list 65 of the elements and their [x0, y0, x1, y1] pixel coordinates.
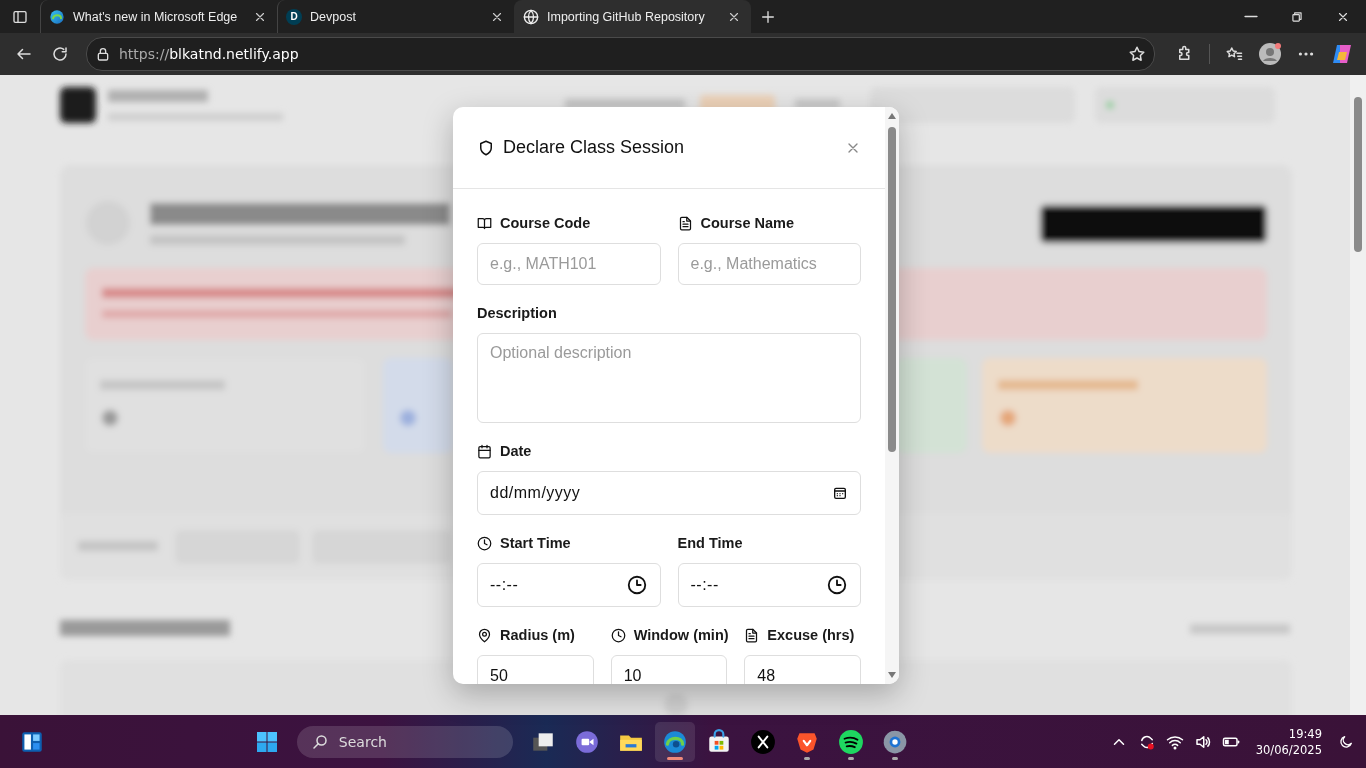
field-label: Excuse (hrs) [767, 627, 855, 643]
input-field[interactable]: e.g., Mathematics [677, 243, 861, 285]
field-label: Window (min) [633, 627, 729, 643]
clock-icon [477, 535, 492, 551]
field-label: Date [500, 443, 532, 459]
time-field[interactable]: --:-- [477, 563, 661, 607]
time-field[interactable]: --:-- [677, 563, 861, 607]
taskbar-search[interactable]: Search [296, 725, 513, 758]
page-scrollbar[interactable] [1350, 75, 1366, 715]
music-logo-icon [837, 728, 864, 755]
devpost-logo-icon: D [286, 8, 302, 25]
globe-icon [523, 8, 539, 25]
book-icon [477, 215, 492, 231]
edge-logo-icon [661, 728, 688, 755]
modal-scrollbar[interactable] [885, 107, 899, 684]
search-icon [310, 732, 329, 751]
field-label: Radius (m) [500, 627, 575, 643]
tab-title: Importing GitHub Repository [547, 9, 706, 24]
modal-title: Declare Class Session [503, 137, 686, 158]
browser-tab[interactable]: Importing GitHub Repository [514, 0, 751, 33]
description-field[interactable]: Optional description [477, 333, 861, 423]
tab-title: Devpost [310, 9, 357, 24]
taskbar-app[interactable] [654, 721, 695, 762]
document-icon [744, 627, 760, 643]
location-pin-icon [477, 627, 492, 643]
cross-logo-icon [749, 728, 776, 755]
star-icon[interactable] [1128, 45, 1146, 63]
clock-icon[interactable] [625, 574, 648, 596]
input-field[interactable]: 50 [477, 655, 594, 684]
more-icon [1297, 52, 1315, 56]
windows-logo-icon [254, 729, 279, 754]
field-label: Description [477, 305, 557, 321]
moon-icon[interactable] [1338, 733, 1354, 750]
calendar-icon [477, 443, 492, 459]
tab-title: What's new in Microsoft Edge [73, 9, 239, 24]
lock-icon [95, 46, 111, 62]
clock-icon [610, 627, 626, 643]
clock-icon[interactable] [826, 574, 848, 596]
plus-icon [760, 8, 776, 25]
favorites-icon [1225, 45, 1243, 63]
input-field[interactable]: e.g., MATH101 [477, 243, 661, 285]
address-bar[interactable]: https://blkatnd.netlify.app [86, 37, 1155, 71]
scroll-up-arrow-icon[interactable] [888, 113, 896, 119]
restore-icon [1290, 9, 1304, 24]
copilot-icon [1330, 42, 1354, 66]
tab-list-icon [12, 8, 28, 25]
date-field[interactable]: dd/mm/yyyy [477, 471, 861, 515]
calendar-icon[interactable] [832, 485, 848, 501]
url-text: https://blkatnd.netlify.app [119, 46, 300, 62]
shield-icon [477, 138, 495, 157]
document-icon [677, 215, 693, 231]
input-field[interactable]: 48 [744, 655, 861, 684]
scroll-down-arrow-icon[interactable] [888, 672, 896, 678]
taskbar-clock[interactable]: 19:49 30/06/2025 [1255, 725, 1322, 758]
minimize-icon [1244, 14, 1258, 19]
input-field[interactable]: 10 [610, 655, 728, 684]
video-call-icon [573, 728, 600, 755]
refresh-icon [51, 45, 69, 63]
gear-icon [881, 728, 908, 755]
edge-logo-icon [49, 8, 65, 25]
field-label: Course Name [700, 215, 794, 231]
avatar-icon [1258, 42, 1282, 66]
field-label: Course Code [500, 215, 591, 231]
field-label: End Time [677, 535, 743, 551]
field-label: Start Time [500, 535, 571, 551]
